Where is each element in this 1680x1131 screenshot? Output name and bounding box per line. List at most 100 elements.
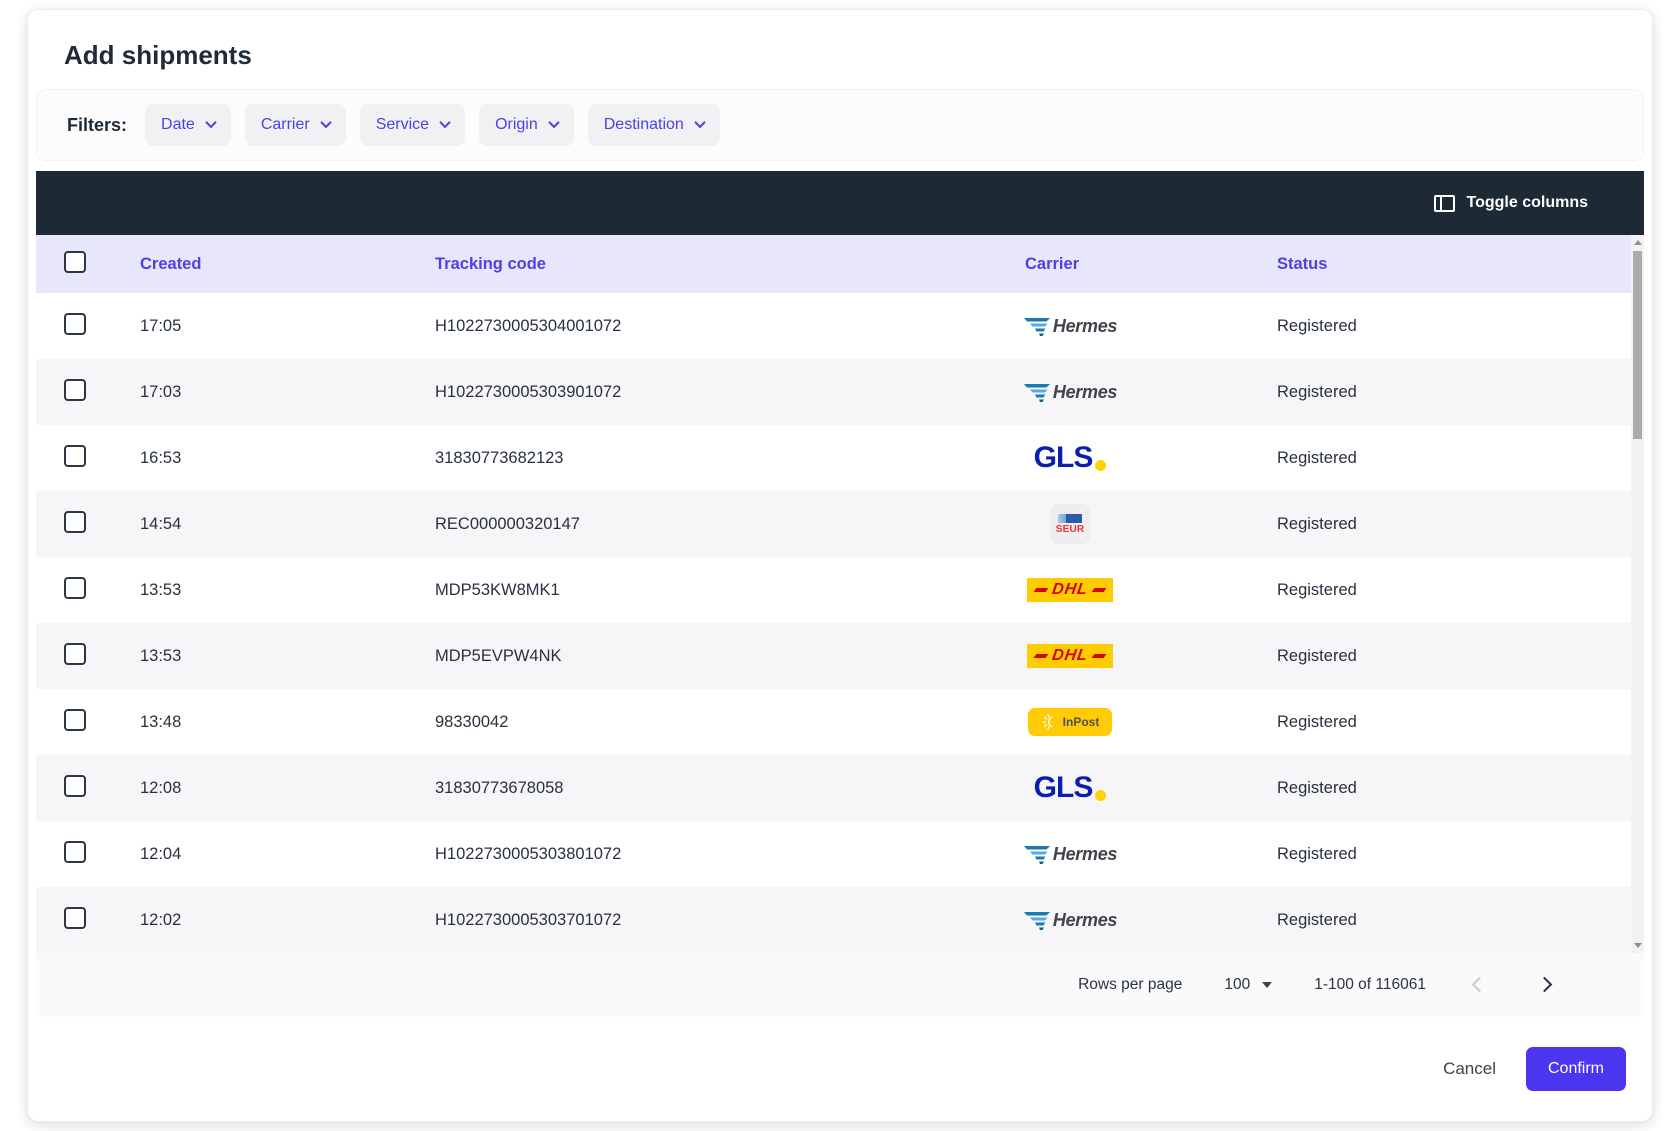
table-row[interactable]: 12:04 H1022730005303801072 Hermes Regist… bbox=[36, 821, 1644, 887]
status-cell: Registered bbox=[1249, 515, 1644, 534]
carrier-cell: Hermes bbox=[997, 381, 1249, 403]
filter-chip-label: Carrier bbox=[261, 116, 310, 134]
tracking-code-cell: MDP5EVPW4NK bbox=[407, 647, 997, 666]
rows-per-page-value: 100 bbox=[1224, 976, 1250, 994]
tracking-code-cell: REC000000320147 bbox=[407, 515, 997, 534]
carrier-cell: Hermes bbox=[997, 315, 1249, 337]
hermes-logo: Hermes bbox=[1025, 909, 1115, 931]
created-cell: 17:03 bbox=[112, 383, 407, 402]
tracking-code-cell: H1022730005303801072 bbox=[407, 845, 997, 864]
carrier-cell: GLS bbox=[997, 443, 1249, 473]
carrier-cell: Hermes bbox=[997, 843, 1249, 865]
table-row[interactable]: 13:53 MDP5EVPW4NK DHL Registered bbox=[36, 623, 1644, 689]
filter-chip-carrier[interactable]: Carrier bbox=[245, 104, 346, 146]
table-row[interactable]: 13:48 98330042 InPost Registered bbox=[36, 689, 1644, 755]
created-cell: 13:48 bbox=[112, 713, 407, 732]
chevron-down-icon bbox=[694, 116, 705, 127]
table-row[interactable]: 13:53 MDP53KW8MK1 DHL Registered bbox=[36, 557, 1644, 623]
table-header-row: Created Tracking code Carrier Status bbox=[36, 235, 1644, 293]
row-checkbox[interactable] bbox=[64, 709, 86, 731]
filter-chip-label: Date bbox=[161, 116, 195, 134]
chevron-down-icon bbox=[205, 116, 216, 127]
hermes-logo: Hermes bbox=[1025, 315, 1115, 337]
confirm-button[interactable]: Confirm bbox=[1526, 1047, 1626, 1091]
toggle-columns-button[interactable]: Toggle columns bbox=[1434, 194, 1588, 212]
column-header-tracking-code[interactable]: Tracking code bbox=[407, 255, 997, 274]
chevron-down-icon bbox=[439, 116, 450, 127]
tracking-code-cell: H1022730005304001072 bbox=[407, 317, 997, 336]
column-header-carrier[interactable]: Carrier bbox=[997, 255, 1249, 274]
cancel-button[interactable]: Cancel bbox=[1443, 1059, 1496, 1079]
column-header-status[interactable]: Status bbox=[1249, 255, 1644, 274]
filter-chip-destination[interactable]: Destination bbox=[588, 104, 720, 146]
table-toolbar: Toggle columns bbox=[36, 171, 1644, 235]
gls-logo: GLS bbox=[1025, 443, 1115, 473]
status-cell: Registered bbox=[1249, 911, 1644, 930]
row-checkbox[interactable] bbox=[64, 379, 86, 401]
rows-per-page-label: Rows per page bbox=[1078, 976, 1182, 994]
carrier-cell: DHL bbox=[997, 578, 1249, 602]
shipments-table: Created Tracking code Carrier Status 17:… bbox=[36, 235, 1644, 953]
created-cell: 13:53 bbox=[112, 581, 407, 600]
table-row[interactable]: 12:02 H1022730005303701072 Hermes Regist… bbox=[36, 887, 1644, 953]
tracking-code-cell: 31830773678058 bbox=[407, 779, 997, 798]
tracking-code-cell: H1022730005303901072 bbox=[407, 383, 997, 402]
scrollbar-down-arrow-icon[interactable] bbox=[1634, 943, 1642, 948]
table-row[interactable]: 14:54 REC000000320147 SEUR Registered bbox=[36, 491, 1644, 557]
dhl-logo: DHL bbox=[1025, 644, 1115, 668]
filter-chip-label: Origin bbox=[495, 116, 538, 134]
tracking-code-cell: H1022730005303701072 bbox=[407, 911, 997, 930]
row-checkbox[interactable] bbox=[64, 775, 86, 797]
table-row[interactable]: 17:05 H1022730005304001072 Hermes Regist… bbox=[36, 293, 1644, 359]
dropdown-arrow-icon bbox=[1262, 982, 1272, 988]
next-page-button[interactable] bbox=[1533, 972, 1556, 999]
created-cell: 12:02 bbox=[112, 911, 407, 930]
table-row[interactable]: 17:03 H1022730005303901072 Hermes Regist… bbox=[36, 359, 1644, 425]
vertical-scrollbar[interactable] bbox=[1631, 235, 1644, 953]
row-checkbox[interactable] bbox=[64, 643, 86, 665]
table-row[interactable]: 12:08 31830773678058 GLS Registered bbox=[36, 755, 1644, 821]
columns-icon bbox=[1434, 195, 1455, 212]
created-cell: 17:05 bbox=[112, 317, 407, 336]
filter-chip-service[interactable]: Service bbox=[360, 104, 465, 146]
row-checkbox[interactable] bbox=[64, 577, 86, 599]
select-all-checkbox[interactable] bbox=[64, 251, 86, 273]
dialog-footer: Cancel Confirm bbox=[28, 1047, 1652, 1091]
row-checkbox[interactable] bbox=[64, 445, 86, 467]
row-checkbox[interactable] bbox=[64, 907, 86, 929]
chevron-down-icon bbox=[548, 116, 559, 127]
row-checkbox[interactable] bbox=[64, 313, 86, 335]
toggle-columns-label: Toggle columns bbox=[1467, 194, 1588, 212]
scrollbar-up-arrow-icon[interactable] bbox=[1634, 240, 1642, 245]
status-cell: Registered bbox=[1249, 713, 1644, 732]
filter-chip-label: Destination bbox=[604, 116, 684, 134]
status-cell: Registered bbox=[1249, 317, 1644, 336]
scrollbar-thumb[interactable] bbox=[1633, 251, 1642, 439]
seur-logo: SEUR bbox=[1025, 504, 1115, 544]
status-cell: Registered bbox=[1249, 449, 1644, 468]
created-cell: 16:53 bbox=[112, 449, 407, 468]
row-checkbox[interactable] bbox=[64, 841, 86, 863]
table-row[interactable]: 16:53 31830773682123 GLS Registered bbox=[36, 425, 1644, 491]
hermes-logo: Hermes bbox=[1025, 381, 1115, 403]
inpost-logo: InPost bbox=[1025, 708, 1115, 736]
status-cell: Registered bbox=[1249, 581, 1644, 600]
carrier-cell: SEUR bbox=[997, 504, 1249, 544]
row-checkbox[interactable] bbox=[64, 511, 86, 533]
created-cell: 12:04 bbox=[112, 845, 407, 864]
table-body: 17:05 H1022730005304001072 Hermes Regist… bbox=[36, 293, 1644, 953]
tracking-code-cell: MDP53KW8MK1 bbox=[407, 581, 997, 600]
dhl-logo: DHL bbox=[1025, 578, 1115, 602]
column-header-created[interactable]: Created bbox=[112, 255, 407, 274]
tracking-code-cell: 98330042 bbox=[407, 713, 997, 732]
rows-per-page-select[interactable]: 100 bbox=[1224, 976, 1272, 994]
filter-chip-origin[interactable]: Origin bbox=[479, 104, 574, 146]
chevron-down-icon bbox=[320, 116, 331, 127]
page-title: Add shipments bbox=[28, 10, 1652, 89]
filters-bar: Filters: Date Carrier Service Origin Des… bbox=[36, 89, 1644, 161]
add-shipments-dialog: Add shipments Filters: Date Carrier Serv… bbox=[28, 10, 1652, 1121]
chevron-left-icon bbox=[1472, 976, 1488, 992]
chevron-right-icon bbox=[1537, 976, 1553, 992]
previous-page-button bbox=[1468, 972, 1491, 999]
filter-chip-date[interactable]: Date bbox=[145, 104, 231, 146]
